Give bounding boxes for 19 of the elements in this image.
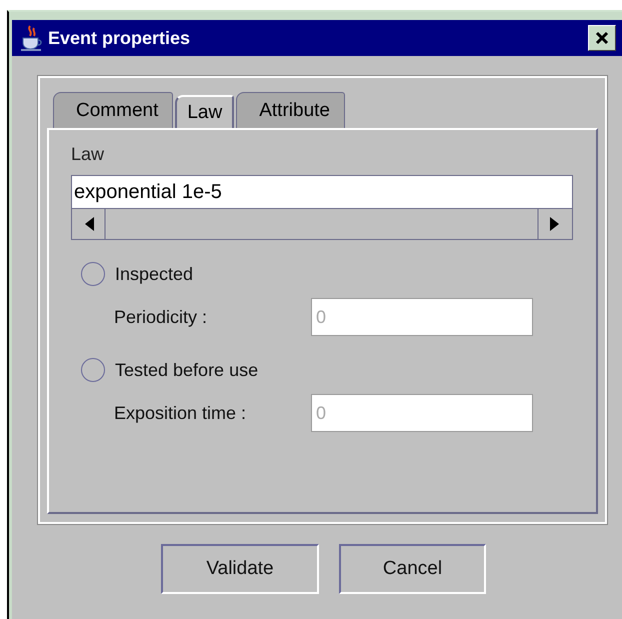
field-label: Law [71,144,106,165]
field-label: Periodicity : [114,306,208,328]
cancel-button[interactable]: Cancel [339,544,486,594]
validate-button[interactable]: Validate [161,544,319,594]
text-value: exponential 1e-5 [72,176,572,208]
close-icon[interactable] [594,30,610,46]
cup-icon [20,24,44,52]
text-area[interactable]: exponential 1e-5 [71,175,573,240]
radio-label: Tested before use [115,360,258,380]
horizontal-scrollbar[interactable] [72,208,572,239]
radio-label: Inspected [115,264,194,284]
field-label: Exposition time : [114,402,248,424]
radio-button[interactable] [81,358,105,382]
tab[interactable]: Comment [53,92,174,128]
tab[interactable]: Attribute [236,92,345,128]
close-button[interactable] [588,25,616,51]
tab[interactable]: Law [175,95,234,128]
window-title: Event properties [48,28,192,48]
radio-button[interactable] [81,262,105,286]
